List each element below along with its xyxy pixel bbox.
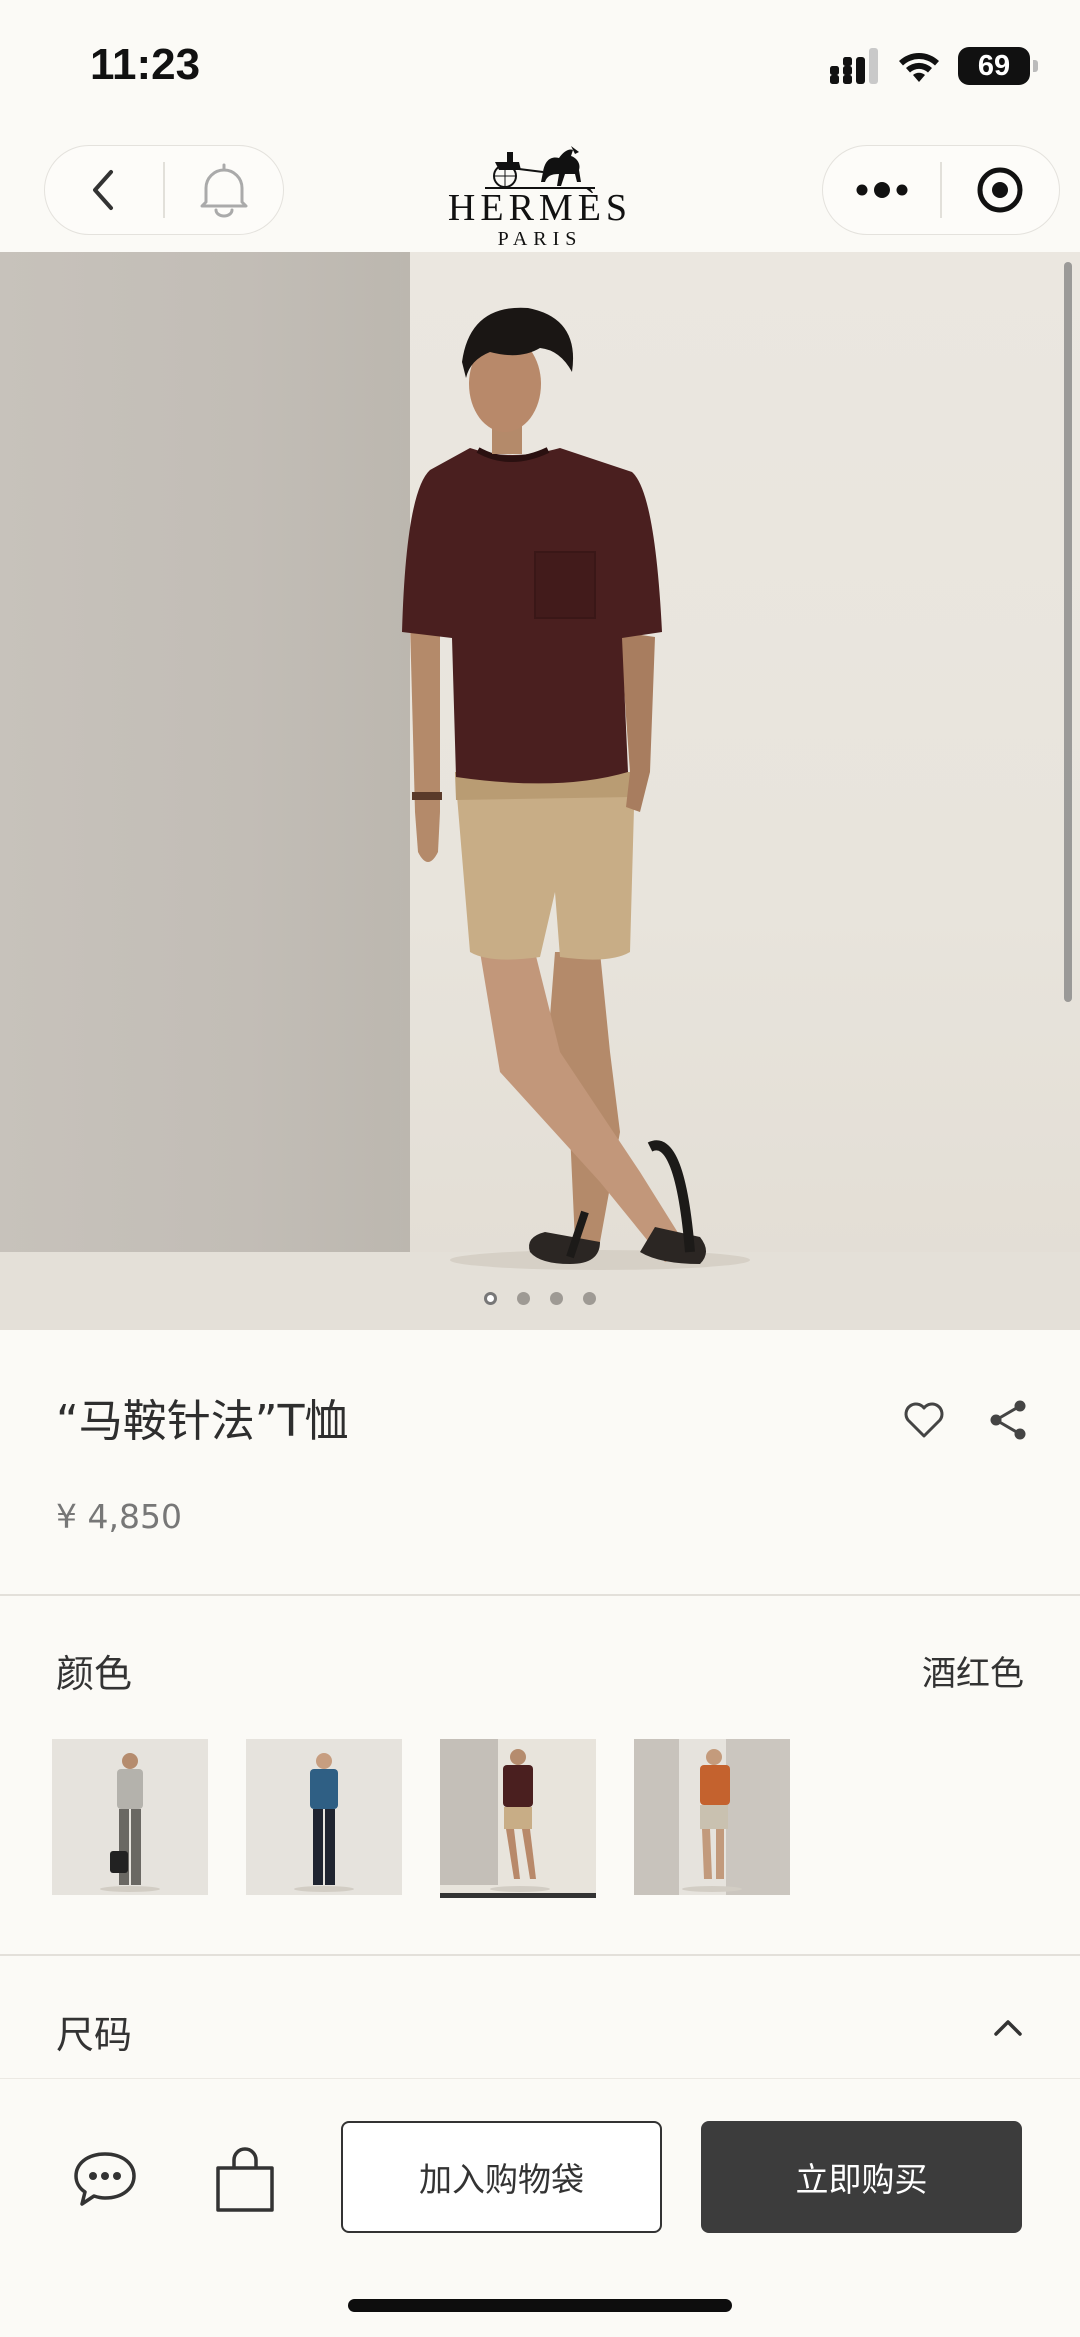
notification-button[interactable] — [165, 145, 283, 235]
color-swatch-burgundy[interactable] — [440, 1739, 596, 1895]
section-divider — [0, 1594, 1080, 1596]
carousel-dot-4[interactable] — [583, 1292, 596, 1305]
product-page: 11:23 69 HERMÈS PARIS “马鞍针法”T恤 ¥ 4,850 颜… — [0, 0, 1080, 2337]
size-label: 尺码 — [56, 2013, 133, 2057]
brand-subtitle: PARIS — [497, 228, 583, 250]
color-swatch-grey[interactable] — [52, 1739, 208, 1895]
chat-bubble-icon — [74, 2152, 136, 2206]
more-dots-icon — [856, 182, 908, 198]
wifi-icon — [899, 53, 939, 82]
swatch-image — [634, 1739, 790, 1895]
target-close-icon — [977, 167, 1023, 213]
color-swatch-orange[interactable] — [634, 1739, 790, 1895]
chevron-up-icon — [994, 2020, 1022, 2036]
section-divider — [0, 1954, 1080, 1956]
color-swatch-blue[interactable] — [246, 1739, 402, 1895]
swatch-image — [440, 1739, 596, 1895]
customer-service-button[interactable] — [70, 2148, 140, 2212]
swatch-image — [246, 1739, 402, 1895]
favorite-button[interactable] — [902, 1398, 946, 1442]
close-mini-program-button[interactable] — [942, 145, 1059, 235]
cellular-signal-icon — [830, 48, 878, 84]
battery-indicator: 69 — [958, 47, 1038, 85]
share-icon — [990, 1400, 1026, 1440]
bell-icon — [200, 163, 248, 218]
buy-now-button[interactable]: 立即购买 — [701, 2121, 1022, 2233]
add-to-bag-button[interactable]: 加入购物袋 — [341, 2121, 662, 2233]
status-time: 11:23 — [90, 40, 201, 89]
carousel-dot-2[interactable] — [517, 1292, 530, 1305]
carousel-dot-3[interactable] — [550, 1292, 563, 1305]
size-expand-toggle[interactable] — [990, 2012, 1026, 2042]
chevron-left-icon — [93, 170, 114, 210]
product-image-carousel[interactable] — [0, 252, 1080, 1330]
product-price: ¥ 4,850 — [56, 1497, 182, 1536]
heart-icon — [904, 1402, 944, 1438]
shopping-bag-icon — [216, 2147, 274, 2212]
status-bar: 11:23 69 — [0, 0, 1080, 130]
status-icons: 69 — [830, 46, 1038, 86]
selected-color-value: 酒红色 — [922, 1654, 1024, 1694]
more-options-button[interactable] — [823, 145, 940, 235]
shopping-bag-button[interactable] — [212, 2144, 278, 2216]
mini-program-capsule — [822, 145, 1060, 235]
carousel-indicators — [0, 1292, 1080, 1305]
selected-swatch-indicator — [440, 1893, 596, 1898]
brand-wordmark: HERMÈS — [447, 187, 633, 229]
carriage-logo-icon — [485, 146, 595, 189]
brand-logo: HERMÈS PARIS — [440, 142, 640, 252]
color-label: 颜色 — [56, 1652, 133, 1696]
model-figure-image — [402, 307, 750, 1270]
hero-scrollbar[interactable] — [1064, 262, 1072, 1002]
back-button[interactable] — [45, 145, 163, 235]
product-title: “马鞍针法”T恤 — [56, 1396, 349, 1447]
carousel-dot-1[interactable] — [484, 1292, 497, 1305]
share-button[interactable] — [986, 1398, 1030, 1442]
home-indicator[interactable] — [348, 2299, 732, 2312]
swatch-image — [52, 1739, 208, 1895]
nav-pill-left — [44, 145, 284, 235]
